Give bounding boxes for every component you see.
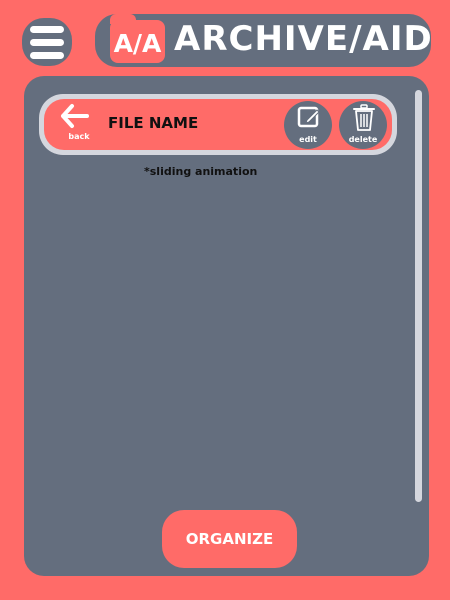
edit-icon bbox=[297, 104, 321, 134]
file-bar: back FILE NAME edit delete bbox=[39, 94, 397, 155]
trash-icon bbox=[352, 104, 376, 136]
edit-label: edit bbox=[299, 135, 317, 144]
back-arrow-icon bbox=[54, 103, 104, 129]
delete-button[interactable]: delete bbox=[339, 101, 387, 149]
edit-button[interactable]: edit bbox=[284, 101, 332, 149]
scrollbar[interactable] bbox=[415, 90, 422, 502]
file-name: FILE NAME bbox=[108, 114, 199, 132]
app-header: A/A ARCHIVE/AID bbox=[95, 14, 433, 67]
folder-logo: A/A bbox=[110, 14, 165, 63]
menu-icon-bar bbox=[30, 25, 64, 33]
sliding-animation-note: *sliding animation bbox=[144, 165, 258, 178]
back-label: back bbox=[68, 132, 90, 141]
organize-button[interactable]: ORGANIZE bbox=[162, 510, 297, 568]
app-title: ARCHIVE/AID bbox=[174, 19, 433, 59]
menu-button[interactable] bbox=[22, 18, 72, 66]
menu-icon-bar bbox=[30, 38, 64, 46]
menu-icon-bar bbox=[30, 51, 64, 59]
logo-text: A/A bbox=[113, 29, 162, 58]
back-button[interactable]: back bbox=[54, 103, 104, 147]
file-bar-inner: back FILE NAME edit delete bbox=[44, 99, 392, 150]
delete-label: delete bbox=[348, 135, 378, 144]
